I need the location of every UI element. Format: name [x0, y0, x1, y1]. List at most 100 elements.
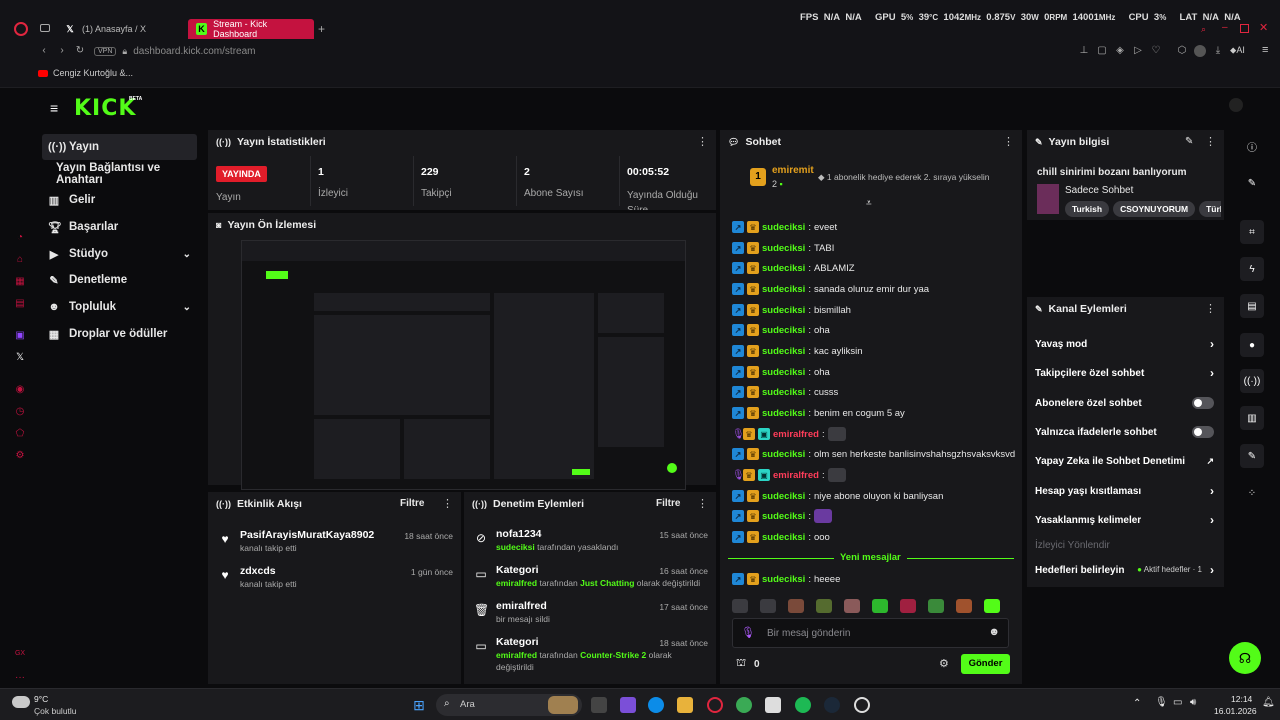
chat-user[interactable]: sudeciksi [762, 346, 805, 357]
action-slow-mode[interactable]: Yavaş mod › [1035, 335, 1216, 353]
mic-tray-icon[interactable]: 🎙︎ [1155, 697, 1168, 708]
tag[interactable]: Turkish [1065, 201, 1110, 217]
emote-icon[interactable] [844, 599, 860, 613]
opera-gx-icon[interactable] [707, 697, 723, 713]
chat-bubble-icon[interactable]: ● [1240, 333, 1264, 357]
crypto-icon[interactable]: ⌂ [14, 254, 26, 266]
tag[interactable]: Türkç [1199, 201, 1221, 217]
chat-user[interactable]: sudeciksi [762, 367, 805, 378]
help-button[interactable]: ☊ [1229, 642, 1261, 674]
twitch-icon[interactable]: ▣ [14, 330, 26, 342]
obs-icon[interactable] [854, 697, 870, 713]
chat-settings-icon[interactable]: ⚙ [939, 657, 949, 670]
x-sidebar-icon[interactable]: 𝕏 [14, 352, 26, 364]
chat-user[interactable]: sudeciksi [762, 511, 805, 522]
mod-user[interactable]: emiralfred [496, 578, 537, 588]
spotify-icon[interactable] [795, 697, 811, 713]
bookmark-item[interactable]: Cengiz Kurtoğlu &... [38, 68, 133, 78]
category-name[interactable]: Sadece Sohbet [1065, 185, 1133, 196]
action-banned-words[interactable]: Yasaklanmış kelimeler › [1035, 511, 1216, 529]
emote-icon[interactable] [788, 599, 804, 613]
windows-start-icon[interactable]: ⊞ [411, 697, 427, 713]
chat-user[interactable]: sudeciksi [762, 222, 805, 233]
kick-logo[interactable]: KICK [74, 96, 136, 121]
volume-icon[interactable]: 🔊︎ [1190, 697, 1196, 708]
download-icon[interactable]: ⤓ [1212, 45, 1224, 57]
edit-icon[interactable]: ✎ [1240, 171, 1264, 195]
chat-user[interactable]: sudeciksi [762, 305, 805, 316]
network-icon[interactable]: ▭ [1173, 697, 1182, 708]
chat-user[interactable]: sudeciksi [762, 325, 805, 336]
chat-user[interactable]: sudeciksi [762, 243, 805, 254]
new-tab-button[interactable]: + [318, 22, 325, 36]
sidebar-item-studyo[interactable]: ▶ Stüdyo ⌄ [42, 241, 197, 267]
broadcast-icon[interactable]: ((·)) [1240, 369, 1264, 393]
more-options-icon[interactable]: ⋮ [697, 497, 708, 510]
chat-user[interactable]: sudeciksi [762, 387, 805, 398]
chat-input[interactable]: Bir mesaj gönderin [767, 628, 850, 639]
action-goals[interactable]: Hedefleri belirleyin ● Aktif hedefler · 1… [1035, 561, 1216, 579]
more-options-icon[interactable]: ⋮ [1205, 135, 1216, 148]
reload-icon[interactable]: ↻ [74, 45, 86, 57]
chat-user[interactable]: sudeciksi [762, 284, 805, 295]
event-user[interactable]: zdxcds [240, 565, 276, 577]
taskbar-search[interactable]: ⌕ Ara [436, 694, 582, 716]
sidebar-item-topluluk[interactable]: ☻ Topluluk ⌄ [42, 294, 197, 320]
tab-x[interactable]: 𝕏 (1) Anasayfa / X [56, 19, 186, 39]
more-tools-icon[interactable]: ⁘ [1240, 481, 1264, 505]
aria-icon[interactable]: ◔ [14, 232, 26, 244]
action-followers-only[interactable]: Takipçilere özel sohbet › [1035, 364, 1216, 382]
event-user[interactable]: PasifArayisMuratKaya8902 [240, 529, 374, 541]
action-subs-only[interactable]: Abonelere özel sohbet [1035, 394, 1216, 412]
action-ai-moderation[interactable]: Yapay Zeka ile Sohbet Denetimi ↗ [1035, 452, 1216, 470]
points-icon[interactable]: ⛫ [736, 657, 746, 671]
copilot-icon[interactable] [620, 697, 636, 713]
sidebar-item-denetleme[interactable]: ✎ Denetleme [42, 267, 197, 293]
heart-icon[interactable]: ♡ [1150, 45, 1162, 57]
extensions-icon[interactable]: ⬡ [1176, 45, 1188, 57]
edge-icon[interactable] [648, 697, 664, 713]
notifications-icon[interactable]: 🔔︎ [1262, 697, 1275, 708]
task-view-icon[interactable] [591, 697, 607, 713]
clock-date[interactable]: 16.01.2026 [1214, 706, 1257, 716]
gx-icon[interactable]: GX [14, 648, 26, 660]
sidebar-item-stream-key[interactable]: Yayın Bağlantısı ve Anahtarı [50, 161, 202, 187]
category-link[interactable]: Counter-Strike 2 [580, 650, 646, 660]
more-options-icon[interactable]: ⋮ [1205, 302, 1216, 315]
send-button[interactable]: Gönder [961, 654, 1010, 674]
tab-kick-dashboard[interactable]: K Stream - Kick Dashboard [188, 19, 314, 39]
forward-icon[interactable]: › [56, 45, 68, 57]
weather-icon[interactable] [12, 696, 30, 708]
overlay-icon[interactable]: ▥ [1240, 406, 1264, 430]
opera-icon[interactable] [14, 22, 28, 36]
chat-user[interactable]: sudeciksi [762, 263, 805, 274]
address-bar[interactable]: VPN 🔒︎ dashboard.kick.com/stream [94, 44, 255, 58]
sidebar-item-gelir[interactable]: ▥ Gelir [42, 187, 197, 213]
mod-user[interactable]: emiralfred [496, 650, 537, 660]
settings-icon[interactable]: ⚙ [14, 450, 26, 462]
chrome-icon[interactable] [736, 697, 752, 713]
snapshot-icon[interactable]: ▢ [1096, 45, 1108, 57]
emote-icon[interactable] [872, 599, 888, 613]
lightning-icon[interactable]: ϟ [1240, 257, 1264, 281]
collapse-icon[interactable]: ⩡ [866, 198, 872, 209]
chat-user[interactable]: sudeciksi [762, 449, 805, 460]
chat-user[interactable]: sudeciksi [762, 408, 805, 419]
chat-user[interactable]: emiralfred [773, 470, 819, 481]
emote-only-toggle[interactable] [1192, 426, 1214, 438]
maximize-icon[interactable] [1240, 24, 1249, 33]
user-avatar[interactable] [1229, 98, 1243, 112]
clock-time[interactable]: 12:14 [1231, 694, 1252, 704]
info-icon[interactable]: ⓘ [1240, 134, 1264, 158]
hamburger-icon[interactable]: ≡ [50, 100, 58, 116]
chat-user[interactable]: sudeciksi [762, 532, 805, 543]
chat-user[interactable]: sudeciksi [762, 574, 805, 585]
subs-only-toggle[interactable] [1192, 397, 1214, 409]
player-sidebar-icon[interactable]: ◉ [14, 384, 26, 396]
player-icon[interactable]: ▷ [1132, 45, 1144, 57]
action-account-age[interactable]: Hesap yaşı kısıtlaması › [1035, 482, 1216, 500]
chat-user[interactable]: emiralfred [773, 429, 819, 440]
emote-icon[interactable] [984, 599, 1000, 613]
gift-leaderboard[interactable]: 1 emiremit 2 ▪ ◆ 1 abonelik hediye edere… [720, 156, 1022, 200]
wrench-icon[interactable]: ✎ [1240, 444, 1264, 468]
